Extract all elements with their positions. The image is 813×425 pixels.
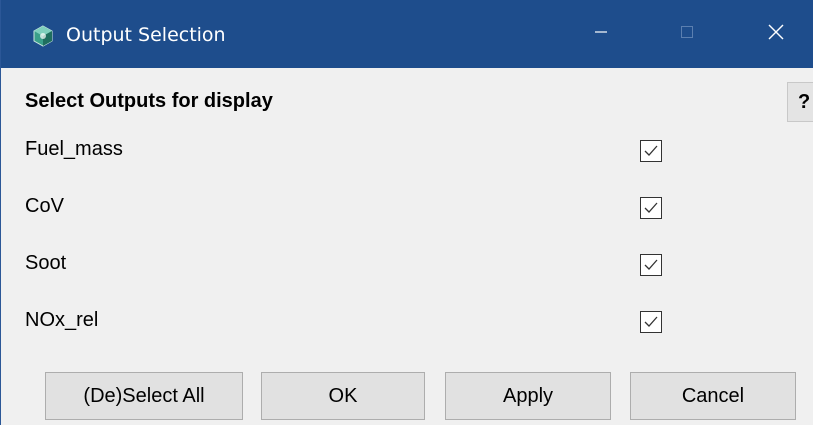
help-button[interactable]: ? [787,82,813,122]
checkmark-icon [644,202,658,213]
checkmark-icon [644,145,658,156]
output-checkbox[interactable] [640,311,662,333]
title-bar[interactable]: Output Selection [1,0,813,68]
output-label: Soot [25,252,67,274]
cancel-button[interactable]: Cancel [630,372,796,420]
output-row-cov: CoV [1,181,813,237]
maximize-icon [679,24,695,45]
output-row-soot: Soot [1,238,813,294]
output-checkbox[interactable] [640,254,662,276]
dialog-content: Select Outputs for display ? Fuel_mass C… [1,68,813,425]
minimize-icon [593,24,609,45]
close-icon [766,22,786,47]
cube-app-icon [31,24,55,48]
output-label: Fuel_mass [25,138,123,160]
output-label: CoV [25,195,64,217]
checkmark-icon [644,316,658,327]
output-checkbox[interactable] [640,197,662,219]
checkmark-icon [644,259,658,270]
section-heading: Select Outputs for display [25,90,273,112]
minimize-button[interactable] [569,0,633,68]
ok-button[interactable]: OK [261,372,425,420]
output-row-nox-rel: NOx_rel [1,295,813,351]
output-checkbox[interactable] [640,140,662,162]
output-label: NOx_rel [25,309,99,331]
apply-button[interactable]: Apply [445,372,611,420]
output-row-fuel-mass: Fuel_mass [1,124,813,180]
maximize-button[interactable] [655,0,719,68]
output-selection-window: Output Selection Select Outputs for disp… [0,0,813,425]
deselect-all-button[interactable]: (De)Select All [45,372,243,420]
close-button[interactable] [744,0,808,68]
window-title: Output Selection [66,24,226,46]
